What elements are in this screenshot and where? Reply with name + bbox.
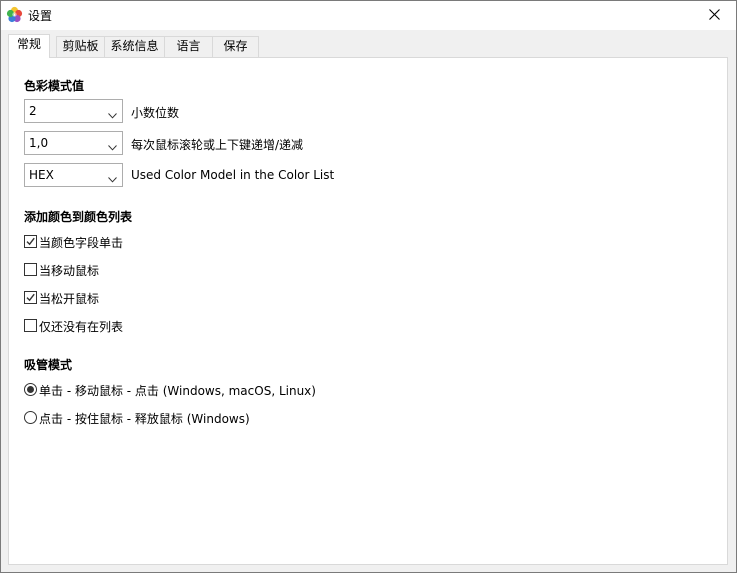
step-dropdown[interactable]: 1,0 xyxy=(24,131,123,155)
checkbox-on-field-click[interactable] xyxy=(24,235,37,248)
chevron-down-icon xyxy=(108,140,117,151)
decimals-dropdown[interactable]: 2 xyxy=(24,99,123,123)
chevron-down-icon xyxy=(108,172,117,183)
settings-window: 设置 常规 剪贴板 系统信息 语言 保存 色彩模式值 2 小数位数 1,0 每次… xyxy=(0,0,737,573)
tab-save[interactable]: 保存 xyxy=(212,36,259,57)
color-model-value: HEX xyxy=(29,168,54,182)
checkbox-on-mouse-move[interactable] xyxy=(24,263,37,276)
tab-panel-general: 色彩模式值 2 小数位数 1,0 每次鼠标滚轮或上下键递增/递减 HEX Use… xyxy=(8,57,728,565)
color-model-dropdown[interactable]: HEX xyxy=(24,163,123,187)
section-title-color-model: 色彩模式值 xyxy=(24,79,85,93)
checkbox-on-mouse-release[interactable] xyxy=(24,291,37,304)
close-button[interactable] xyxy=(692,1,736,30)
tab-clipboard[interactable]: 剪贴板 xyxy=(56,36,105,57)
color-palette-icon xyxy=(6,6,23,23)
chevron-down-icon xyxy=(108,108,117,119)
section-title-add-color: 添加颜色到颜色列表 xyxy=(24,210,133,224)
window-title: 设置 xyxy=(28,9,53,23)
checkbox-only-not-in-list[interactable] xyxy=(24,319,37,332)
radio-label: 点击 - 按住鼠标 - 释放鼠标 (Windows) xyxy=(39,412,250,426)
radio-label: 单击 - 移动鼠标 - 点击 (Windows, macOS, Linux) xyxy=(39,384,316,398)
radio-selected-dot xyxy=(27,386,34,393)
color-model-label: Used Color Model in the Color List xyxy=(131,168,335,182)
radio-click-move-click[interactable] xyxy=(24,383,37,396)
section-title-picker-mode: 吸管模式 xyxy=(24,358,73,372)
radio-press-hold-release[interactable] xyxy=(24,411,37,424)
check-mark-icon xyxy=(26,293,35,302)
close-icon xyxy=(708,8,720,23)
tab-language[interactable]: 语言 xyxy=(164,36,213,57)
step-label: 每次鼠标滚轮或上下键递增/递减 xyxy=(131,138,304,152)
decimals-value: 2 xyxy=(29,104,37,118)
title-bar[interactable]: 设置 xyxy=(1,1,736,30)
option-label: 仅还没有在列表 xyxy=(39,320,124,334)
option-label: 当松开鼠标 xyxy=(39,292,100,306)
step-value: 1,0 xyxy=(29,136,49,150)
option-label: 当移动鼠标 xyxy=(39,264,100,278)
option-label: 当颜色字段单击 xyxy=(39,236,124,250)
tab-system-info[interactable]: 系统信息 xyxy=(104,36,165,57)
decimals-label: 小数位数 xyxy=(131,106,180,120)
tab-general[interactable]: 常规 xyxy=(8,34,50,58)
check-mark-icon xyxy=(26,237,35,246)
